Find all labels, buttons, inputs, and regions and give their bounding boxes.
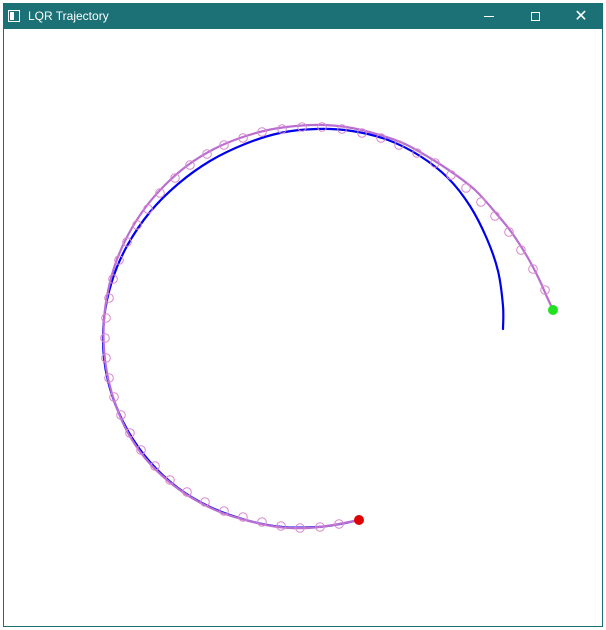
title-bar[interactable]: LQR Trajectory ✕ <box>4 4 602 29</box>
trajectory-plot <box>100 122 558 533</box>
minimize-button[interactable] <box>466 4 512 29</box>
trajectory-sample-marker <box>461 183 471 193</box>
plot-canvas <box>4 29 602 626</box>
close-icon: ✕ <box>574 7 588 25</box>
trajectory-sample-marker <box>476 197 486 207</box>
minimize-icon <box>484 16 494 17</box>
window-title: LQR Trajectory <box>28 9 109 23</box>
app-icon <box>8 10 20 22</box>
trajectory-sample-marker <box>101 313 111 323</box>
end-point-marker <box>354 515 364 525</box>
reference-path-line <box>101 127 505 529</box>
start-point-marker <box>548 305 558 315</box>
app-window: LQR Trajectory ✕ <box>3 3 603 627</box>
maximize-button[interactable] <box>512 4 558 29</box>
trajectory-path-line <box>102 123 555 530</box>
close-button[interactable]: ✕ <box>558 4 604 29</box>
maximize-icon <box>530 12 540 21</box>
